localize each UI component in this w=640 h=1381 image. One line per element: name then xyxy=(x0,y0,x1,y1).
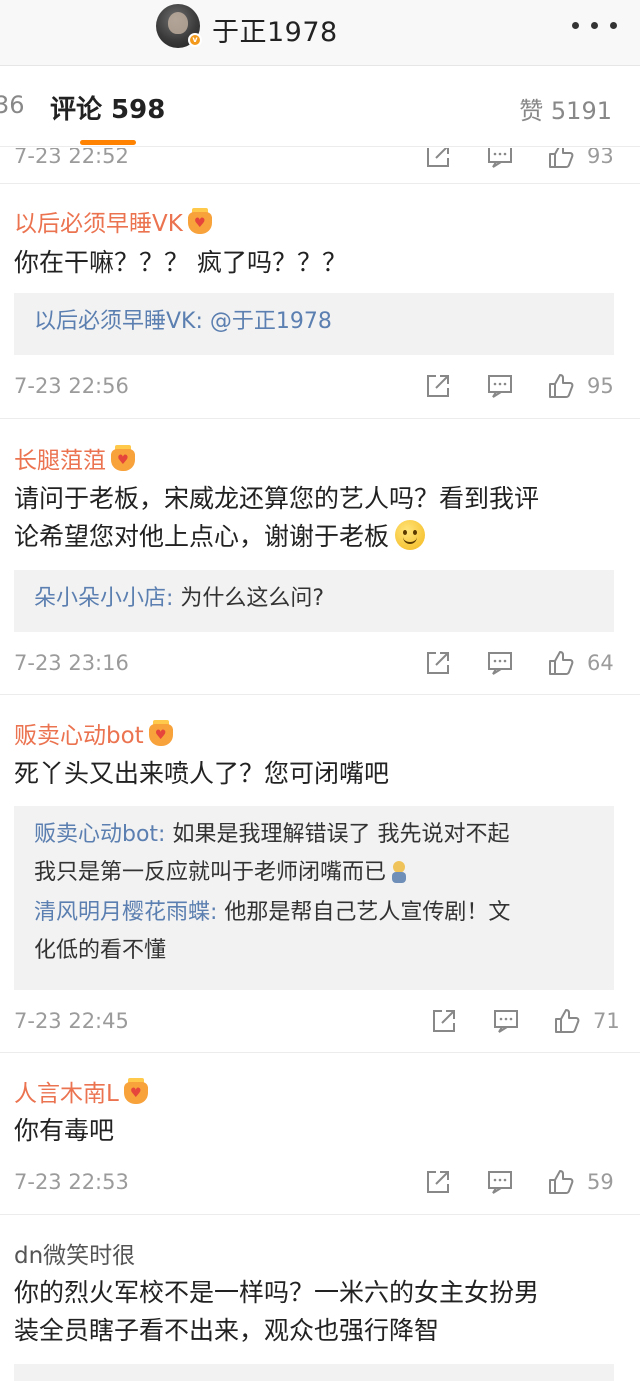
comment-username[interactable]: 长腿菹菹 ♥ xyxy=(14,441,136,475)
username-text[interactable]: 人言木南L xyxy=(14,1081,119,1107)
comment-text-fragment: 论希望您对他上点心，谢谢于老板 xyxy=(14,522,390,551)
comment-icon[interactable] xyxy=(486,649,514,677)
share-icon[interactable] xyxy=(424,1168,452,1196)
fan-badge-icon: ♥ xyxy=(110,445,136,471)
divider xyxy=(0,1214,640,1215)
reply-text: 为什么这么问? xyxy=(173,586,325,611)
comment-username[interactable]: dn微笑时很 xyxy=(14,1236,135,1270)
comment-icon[interactable] xyxy=(486,1168,514,1196)
share-icon[interactable] xyxy=(424,649,452,677)
comment-time: 7-23 22:45 xyxy=(14,1009,129,1033)
comment-actions: 7-23 22:53 59 xyxy=(0,1164,640,1204)
tab-active-indicator xyxy=(80,140,136,145)
reply-username[interactable]: 清风明月樱花雨蝶: xyxy=(34,900,217,925)
comment-time: 7-23 22:53 xyxy=(14,1170,129,1194)
tab-comments[interactable]: 评论 598 xyxy=(50,89,165,126)
share-icon[interactable] xyxy=(424,148,452,170)
fan-badge-icon: ♥ xyxy=(187,208,213,234)
comment-text: 请问于老板，宋威龙还算您的艺人吗？看到我评 论希望您对他上点心，谢谢于老板 xyxy=(14,480,619,556)
reply-text: 如果是我理解错误了 我先说对不起 xyxy=(165,822,510,847)
more-icon[interactable] xyxy=(572,22,618,30)
reply-username[interactable]: 以后必须早睡VK: xyxy=(34,309,203,334)
like-count: 93 xyxy=(587,148,614,168)
username-text[interactable]: dn微笑时很 xyxy=(14,1243,135,1269)
divider xyxy=(0,418,640,419)
like-icon[interactable] xyxy=(547,1168,575,1196)
page-title: 于正1978 xyxy=(212,17,338,48)
reply-username[interactable]: 朵小朵小小店: xyxy=(34,586,173,611)
comment-list: 7-23 22:52 93 以后必须早睡VK ♥ 你在干嘛？？？ 疯了吗？？？ 以… xyxy=(0,148,640,1381)
reply-line: 贩卖心动bot: 如果是我理解错误了 我先说对不起 xyxy=(34,816,594,854)
comment-text-line: 论希望您对他上点心，谢谢于老板 xyxy=(14,518,619,556)
tab-reposts[interactable]: 36 xyxy=(0,91,25,119)
comment-actions: 7-23 22:52 93 xyxy=(0,148,640,178)
username-text[interactable]: 以后必须早睡VK xyxy=(14,211,183,237)
share-icon[interactable] xyxy=(424,372,452,400)
comment-text: 你有毒吧 xyxy=(14,1116,115,1145)
divider xyxy=(0,694,640,695)
fan-badge-icon: ♥ xyxy=(123,1078,149,1104)
reply-line: 清风明月樱花雨蝶: 他那是帮自己艺人宣传剧！文 xyxy=(34,894,594,932)
like-count: 64 xyxy=(587,651,614,675)
fan-badge-icon: ♥ xyxy=(148,720,174,746)
comment-username[interactable]: 人言木南L ♥ xyxy=(14,1074,149,1108)
like-count: 59 xyxy=(587,1170,614,1194)
reply-username[interactable]: 贩卖心动bot: xyxy=(34,822,165,847)
like-count: 95 xyxy=(587,374,614,398)
comment-time: 7-23 23:16 xyxy=(14,651,129,675)
comment-icon[interactable] xyxy=(492,1007,520,1035)
comment-actions: 7-23 23:16 64 xyxy=(0,645,640,685)
comment-icon[interactable] xyxy=(486,148,514,170)
like-count: 71 xyxy=(593,1009,620,1033)
comment-actions: 7-23 22:45 71 xyxy=(0,1003,640,1043)
tab-likes[interactable]: 赞 5191 xyxy=(519,91,612,126)
top-bar: v 于正1978 xyxy=(0,0,640,66)
username-text[interactable]: 贩卖心动bot xyxy=(14,723,144,749)
comment-username[interactable]: 以后必须早睡VK ♥ xyxy=(14,204,213,238)
reply-line: 以后必须早睡VK: @于正1978 xyxy=(34,303,594,341)
like-icon[interactable] xyxy=(547,649,575,677)
comment-text: 死丫头又出来喷人了？您可闭嘴吧 xyxy=(14,759,390,788)
divider xyxy=(0,1052,640,1053)
reply-box[interactable]: 朵小朵小小店: 为什么这么问? xyxy=(14,570,614,632)
like-icon[interactable] xyxy=(547,372,575,400)
comment-icon[interactable] xyxy=(486,372,514,400)
comment-text: 你的烈火军校不是一样吗？一米六的女主女扮男 装全员瞎子看不出来，观众也强行降智 xyxy=(14,1274,619,1350)
like-icon[interactable] xyxy=(553,1007,581,1035)
reply-text: 他那是帮自己艺人宣传剧！文 xyxy=(217,900,511,925)
reply-line: 我只是第一反应就叫于老师闭嘴而已 xyxy=(34,854,594,892)
comment-text-line: 你的烈火军校不是一样吗？一米六的女主女扮男 xyxy=(14,1278,540,1307)
reply-box[interactable]: 贩卖心动bot: 如果是我理解错误了 我先说对不起 我只是第一反应就叫于老师闭嘴… xyxy=(14,806,614,990)
comment-text-line: 装全员瞎子看不出来，观众也强行降智 xyxy=(14,1316,440,1345)
share-icon[interactable] xyxy=(430,1007,458,1035)
comment-text: 你在干嘛？？？ 疯了吗？？？ xyxy=(14,248,347,277)
reply-text: 我只是第一反应就叫于老师闭嘴而已 xyxy=(34,860,387,885)
verified-badge-icon: v xyxy=(188,33,202,47)
username-text[interactable]: 长腿菹菹 xyxy=(14,448,106,474)
divider xyxy=(0,183,640,184)
like-icon[interactable] xyxy=(547,148,575,170)
comment-time: 7-23 22:52 xyxy=(14,148,129,168)
reply-box[interactable]: 以后必须早睡VK: @于正1978 xyxy=(14,293,614,355)
comment-text-line: 请问于老板，宋威龙还算您的艺人吗？看到我评 xyxy=(14,484,540,513)
comment-username[interactable]: 贩卖心动bot ♥ xyxy=(14,716,174,750)
reply-text: @于正1978 xyxy=(202,309,332,334)
reply-line: 化低的看不懂 xyxy=(34,938,167,963)
reply-line: 朵小朵小小店: 为什么这么问? xyxy=(34,580,594,618)
comment-time: 7-23 22:56 xyxy=(14,374,129,398)
tab-bar: 36 评论 598 赞 5191 xyxy=(0,67,640,147)
smile-emoji-icon xyxy=(395,520,426,550)
comment-actions: 7-23 22:56 95 xyxy=(0,368,640,408)
reply-box[interactable] xyxy=(14,1364,614,1381)
emoji-icon xyxy=(390,861,408,883)
